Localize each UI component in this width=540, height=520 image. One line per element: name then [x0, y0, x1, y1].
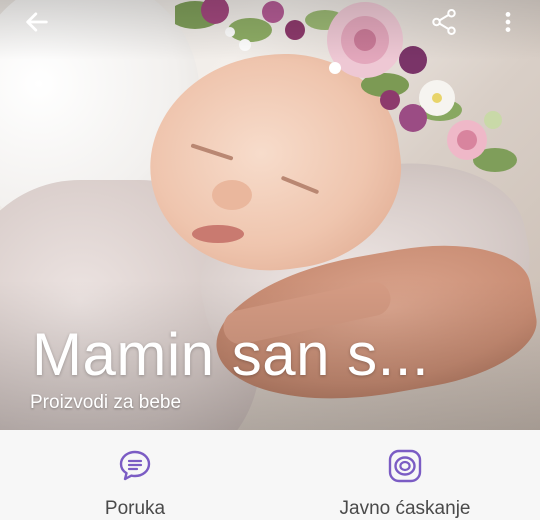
share-icon — [432, 9, 456, 35]
more-vertical-icon — [505, 12, 511, 32]
public-chat-action-button[interactable]: Javno ćaskanje — [270, 430, 540, 520]
message-action-label: Poruka — [104, 498, 166, 519]
action-bar: Poruka Javno ćaskanje — [0, 430, 540, 520]
public-chat-icon — [386, 448, 424, 484]
message-action-button[interactable]: Poruka — [0, 430, 270, 520]
arrow-left-icon — [26, 12, 48, 32]
page-title: Mamin san s... — [32, 321, 430, 388]
more-options-button[interactable] — [488, 2, 528, 42]
page-category: Proizvodi za bebe — [30, 392, 182, 413]
back-button[interactable] — [17, 2, 57, 42]
baby-lips — [192, 225, 244, 243]
public-chat-action-label: Javno ćaskanje — [339, 498, 471, 519]
message-bubble-icon — [116, 448, 154, 484]
share-button[interactable] — [424, 2, 464, 42]
